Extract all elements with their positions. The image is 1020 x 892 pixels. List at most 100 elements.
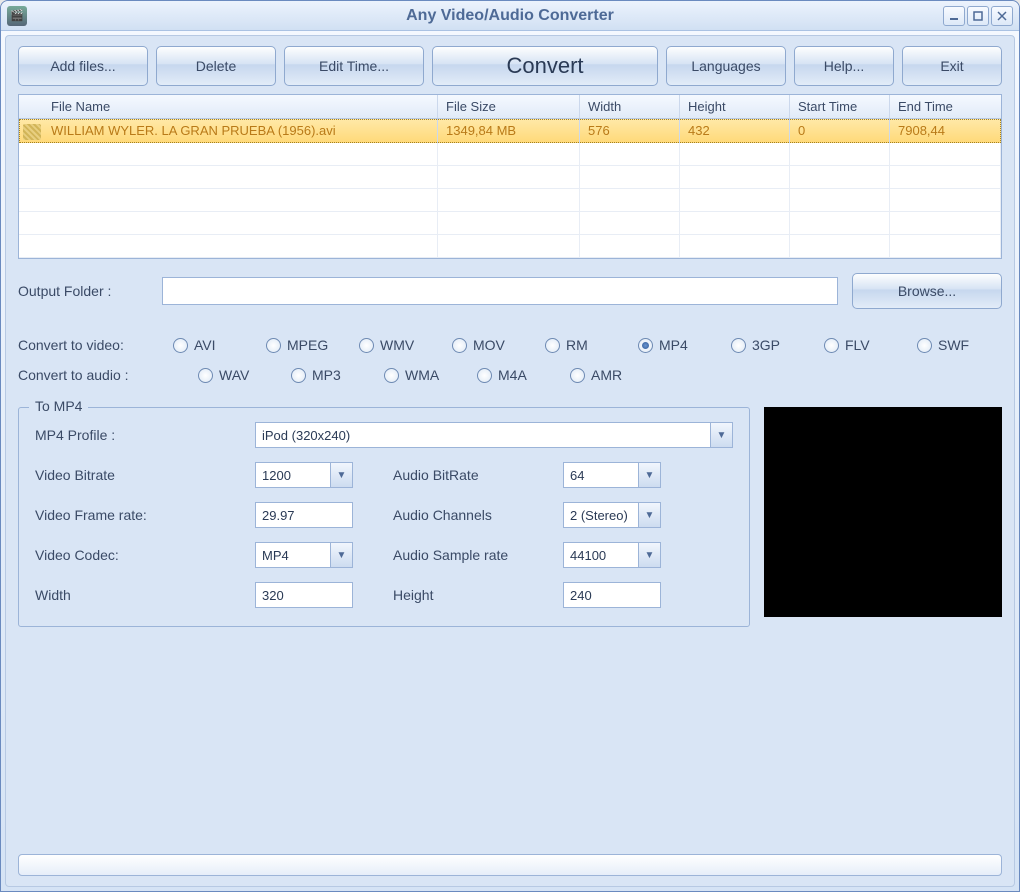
- video-bitrate-value: 1200: [262, 468, 291, 483]
- minimize-button[interactable]: [943, 6, 965, 26]
- radio-dot-icon: [384, 368, 399, 383]
- exit-button[interactable]: Exit: [902, 46, 1002, 86]
- chevron-down-icon: ▼: [330, 543, 352, 567]
- radio-label: AMR: [591, 367, 622, 383]
- audio-bitrate-value: 64: [570, 468, 584, 483]
- profile-value: iPod (320x240): [262, 428, 350, 443]
- audio-samplerate-value: 44100: [570, 548, 606, 563]
- settings-legend: To MP4: [29, 398, 88, 414]
- audio-samplerate-select[interactable]: 44100 ▼: [563, 542, 661, 568]
- app-window: 🎬 Any Video/Audio Converter Add files...…: [0, 0, 1020, 892]
- radio-label: 3GP: [752, 337, 780, 353]
- radio-dot-icon: [824, 338, 839, 353]
- grid-header-height[interactable]: Height: [680, 95, 790, 118]
- radio-dot-icon: [638, 338, 653, 353]
- video-format-label: Convert to video:: [18, 337, 173, 353]
- grid-header-endtime[interactable]: End Time: [890, 95, 1001, 118]
- radio-option-wmv[interactable]: WMV: [359, 337, 444, 353]
- radio-option-flv[interactable]: FLV: [824, 337, 909, 353]
- radio-option-swf[interactable]: SWF: [917, 337, 1002, 353]
- app-body: Add files... Delete Edit Time... Convert…: [5, 35, 1015, 887]
- radio-dot-icon: [545, 338, 560, 353]
- grid-header-width[interactable]: Width: [580, 95, 680, 118]
- languages-button[interactable]: Languages: [666, 46, 786, 86]
- radio-label: WMA: [405, 367, 439, 383]
- radio-dot-icon: [359, 338, 374, 353]
- radio-dot-icon: [452, 338, 467, 353]
- output-folder-row: Output Folder : Browse...: [18, 273, 1002, 309]
- video-preview: [764, 407, 1002, 617]
- delete-button[interactable]: Delete: [156, 46, 276, 86]
- output-folder-input[interactable]: [162, 277, 838, 305]
- radio-label: M4A: [498, 367, 527, 383]
- help-button[interactable]: Help...: [794, 46, 894, 86]
- radio-dot-icon: [291, 368, 306, 383]
- radio-option-mp3[interactable]: MP3: [291, 367, 376, 383]
- app-icon: 🎬: [7, 6, 27, 26]
- video-bitrate-select[interactable]: 1200 ▼: [255, 462, 353, 488]
- video-codec-select[interactable]: MP4 ▼: [255, 542, 353, 568]
- browse-button[interactable]: Browse...: [852, 273, 1002, 309]
- cell-filename: WILLIAM WYLER. LA GRAN PRUEBA (1956).avi: [43, 119, 438, 143]
- radio-option-mp4[interactable]: MP4: [638, 337, 723, 353]
- close-button[interactable]: [991, 6, 1013, 26]
- lower-panel: To MP4 MP4 Profile : iPod (320x240) ▼ Vi…: [18, 407, 1002, 627]
- window-title: Any Video/Audio Converter: [1, 7, 1019, 25]
- height-input[interactable]: [563, 582, 661, 608]
- audio-channels-value: 2 (Stereo): [570, 508, 628, 523]
- radio-option-3gp[interactable]: 3GP: [731, 337, 816, 353]
- audio-format-group: Convert to audio : WAVMP3WMAM4AAMR: [18, 367, 1002, 383]
- output-folder-label: Output Folder :: [18, 283, 148, 299]
- width-input[interactable]: [255, 582, 353, 608]
- progress-area: [18, 830, 1002, 876]
- audio-samplerate-label: Audio Sample rate: [393, 547, 563, 563]
- radio-option-wma[interactable]: WMA: [384, 367, 469, 383]
- grid-header: File Name File Size Width Height Start T…: [19, 95, 1001, 119]
- profile-select[interactable]: iPod (320x240) ▼: [255, 422, 733, 448]
- grid-header-starttime[interactable]: Start Time: [790, 95, 890, 118]
- radio-dot-icon: [917, 338, 932, 353]
- chevron-down-icon: ▼: [638, 463, 660, 487]
- settings-fieldset: To MP4 MP4 Profile : iPod (320x240) ▼ Vi…: [18, 407, 750, 627]
- radio-option-mpeg[interactable]: MPEG: [266, 337, 351, 353]
- video-codec-label: Video Codec:: [35, 547, 255, 563]
- toolbar: Add files... Delete Edit Time... Convert…: [18, 46, 1002, 86]
- width-label: Width: [35, 587, 255, 603]
- radio-option-mov[interactable]: MOV: [452, 337, 537, 353]
- radio-option-avi[interactable]: AVI: [173, 337, 258, 353]
- audio-bitrate-select[interactable]: 64 ▼: [563, 462, 661, 488]
- audio-bitrate-label: Audio BitRate: [393, 467, 563, 483]
- video-framerate-input[interactable]: [255, 502, 353, 528]
- radio-label: WMV: [380, 337, 414, 353]
- file-grid: File Name File Size Width Height Start T…: [18, 94, 1002, 259]
- radio-label: MOV: [473, 337, 505, 353]
- radio-option-wav[interactable]: WAV: [198, 367, 283, 383]
- radio-dot-icon: [266, 338, 281, 353]
- maximize-button[interactable]: [967, 6, 989, 26]
- chevron-down-icon: ▼: [710, 423, 732, 447]
- radio-label: FLV: [845, 337, 870, 353]
- audio-channels-select[interactable]: 2 (Stereo) ▼: [563, 502, 661, 528]
- radio-dot-icon: [731, 338, 746, 353]
- grid-header-icon: [19, 95, 43, 118]
- chevron-down-icon: ▼: [638, 503, 660, 527]
- radio-dot-icon: [477, 368, 492, 383]
- edit-time-button[interactable]: Edit Time...: [284, 46, 424, 86]
- radio-dot-icon: [570, 368, 585, 383]
- table-row[interactable]: WILLIAM WYLER. LA GRAN PRUEBA (1956).avi…: [19, 119, 1001, 143]
- grid-header-filename[interactable]: File Name: [43, 95, 438, 118]
- radio-option-m4a[interactable]: M4A: [477, 367, 562, 383]
- add-files-button[interactable]: Add files...: [18, 46, 148, 86]
- convert-button[interactable]: Convert: [432, 46, 658, 86]
- video-format-group: Convert to video: AVI MPEG WMV MOV RM MP4 3GP F…: [18, 337, 1002, 353]
- radio-option-rm[interactable]: RM: [545, 337, 630, 353]
- radio-label: MPEG: [287, 337, 328, 353]
- grid-header-filesize[interactable]: File Size: [438, 95, 580, 118]
- cell-height: 432: [680, 119, 790, 143]
- cell-starttime: 0: [790, 119, 890, 143]
- radio-option-amr[interactable]: AMR: [570, 367, 655, 383]
- cell-width: 576: [580, 119, 680, 143]
- audio-channels-label: Audio Channels: [393, 507, 563, 523]
- height-label: Height: [393, 587, 563, 603]
- window-controls: [943, 6, 1013, 26]
